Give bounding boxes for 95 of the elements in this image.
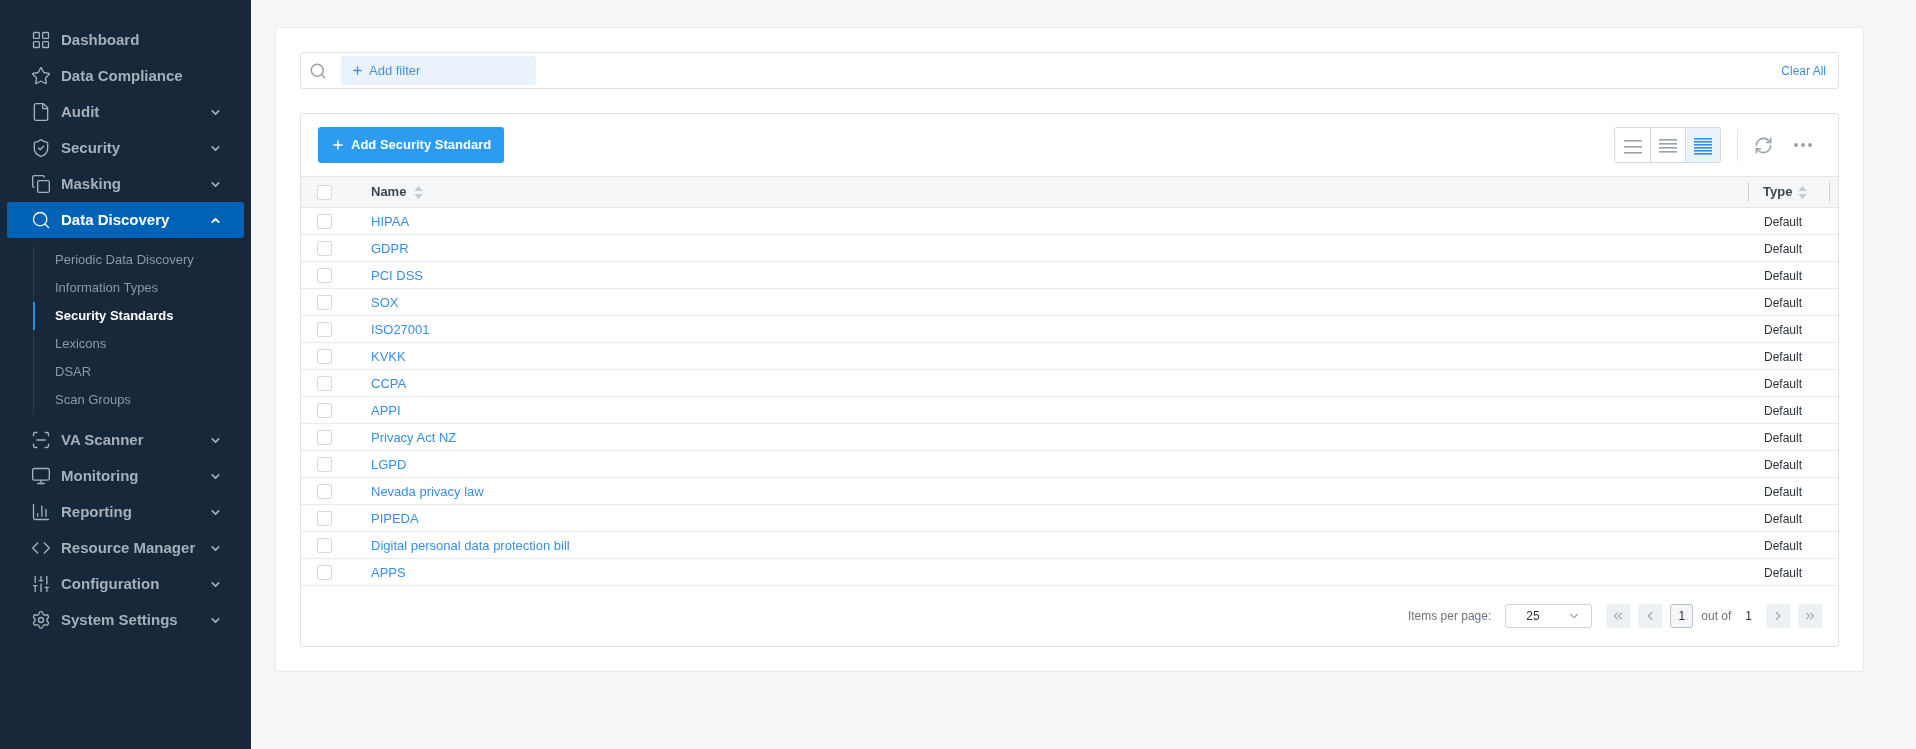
plus-icon	[351, 64, 364, 77]
checkbox[interactable]	[317, 537, 332, 553]
sidebar-item[interactable]: Masking	[7, 166, 244, 202]
plus-icon	[331, 138, 345, 152]
monitor-icon	[31, 466, 51, 486]
checkbox[interactable]	[317, 321, 332, 337]
standard-name-link[interactable]: Privacy Act NZ	[371, 430, 457, 445]
submenu-item[interactable]: Information Types	[33, 274, 244, 302]
add-filter-button[interactable]: Add filter	[341, 56, 536, 85]
density-toggle[interactable]	[1685, 128, 1720, 162]
column-header[interactable]: Name	[371, 182, 407, 202]
table-cell: Default	[1764, 458, 1803, 472]
shield-icon	[31, 138, 51, 158]
table-cell: Default	[1764, 350, 1803, 364]
column-header[interactable]: Type	[1763, 182, 1793, 202]
grid-icon	[31, 30, 51, 50]
checkbox[interactable]	[317, 348, 332, 364]
checkbox[interactable]	[317, 240, 332, 256]
table-cell: Default	[1764, 512, 1803, 526]
table-cell: Default	[1764, 215, 1803, 229]
standard-name-link[interactable]: PCI DSS	[371, 268, 423, 283]
standard-name-link[interactable]: APPI	[371, 403, 401, 418]
sidebar-item[interactable]: Dashboard	[7, 22, 244, 58]
refresh-icon[interactable]	[1754, 135, 1773, 155]
table-cell: Default	[1764, 269, 1803, 283]
items-per-page-select[interactable]: 25	[1505, 604, 1593, 628]
checkbox[interactable]	[317, 294, 332, 310]
document-icon	[31, 102, 51, 122]
first-page-button[interactable]	[1606, 604, 1631, 628]
table-cell: Default	[1764, 404, 1803, 418]
items-per-page-label: Items per page:	[1407, 608, 1492, 625]
table-cell: Default	[1764, 566, 1803, 580]
standard-name-link[interactable]: PIPEDA	[371, 511, 419, 526]
star-icon	[31, 66, 51, 86]
checkbox[interactable]	[317, 564, 332, 580]
add-security-standard-button[interactable]: Add Security Standard	[318, 127, 505, 163]
table-cell: Default	[1764, 242, 1803, 256]
standard-name-link[interactable]: ISO27001	[371, 322, 430, 337]
standard-name-link[interactable]: APPS	[371, 565, 406, 580]
page-number-field[interactable]: 1	[1670, 604, 1694, 628]
standard-name-link[interactable]: CCPA	[371, 376, 407, 391]
table-cell: Default	[1764, 485, 1803, 499]
standard-name-link[interactable]: Nevada privacy law	[371, 484, 484, 499]
sidebar-item[interactable]: System Settings	[7, 602, 244, 638]
checkbox[interactable]	[317, 402, 332, 418]
next-page-button[interactable]	[1766, 604, 1790, 628]
search-icon	[31, 210, 51, 230]
table-cell: Default	[1764, 431, 1803, 445]
sidebar-item[interactable]: Monitoring	[7, 458, 244, 494]
checkbox[interactable]	[317, 184, 332, 200]
checkbox[interactable]	[317, 375, 332, 391]
last-page-button[interactable]	[1798, 604, 1822, 628]
standard-name-link[interactable]: KVKK	[371, 349, 406, 364]
checkbox[interactable]	[317, 267, 332, 283]
squares-icon	[31, 174, 51, 194]
bar-chart-icon	[31, 502, 51, 522]
table-cell: Default	[1764, 539, 1803, 553]
lines-icon	[1694, 135, 1712, 155]
out-of-label: out of	[1701, 608, 1732, 625]
sidebar-item[interactable]: VA Scanner	[7, 422, 244, 458]
sidebar-item[interactable]: Configuration	[7, 566, 244, 602]
previous-page-button[interactable]	[1638, 604, 1663, 628]
scan-icon	[31, 430, 51, 450]
table-cell: Default	[1764, 323, 1803, 337]
submenu-item[interactable]: DSAR	[33, 358, 244, 386]
standard-name-link[interactable]: Digital personal data protection bill	[371, 538, 570, 553]
sort-icon[interactable]	[414, 185, 424, 199]
standard-name-link[interactable]: HIPAA	[371, 214, 410, 229]
submenu-item[interactable]: Security Standards	[33, 302, 244, 330]
sliders-icon	[31, 574, 51, 594]
sidebar-item[interactable]: Data Discovery	[7, 202, 244, 238]
sort-icon[interactable]	[1798, 185, 1808, 199]
checkbox[interactable]	[317, 429, 332, 445]
total-pages: 1	[1745, 608, 1752, 625]
sidebar-item[interactable]: Resource Manager	[7, 530, 244, 566]
standard-name-link[interactable]: GDPR	[371, 241, 409, 256]
checkbox[interactable]	[317, 456, 332, 472]
table-cell: Default	[1764, 296, 1803, 310]
settings-icon	[31, 610, 51, 630]
sidebar-item[interactable]: Reporting	[7, 494, 244, 530]
sidebar-item[interactable]: Audit	[7, 94, 244, 130]
search-icon[interactable]	[309, 61, 327, 80]
sidebar-item[interactable]: Data Compliance	[7, 58, 244, 94]
standard-name-link[interactable]: LGPD	[371, 457, 407, 472]
checkbox[interactable]	[317, 213, 332, 229]
submenu-item[interactable]: Periodic Data Discovery	[33, 246, 244, 274]
double-chevron-right-icon	[1803, 609, 1817, 623]
standard-name-link[interactable]: SOX	[371, 295, 399, 310]
submenu-item[interactable]: Lexicons	[33, 330, 244, 358]
submenu-item[interactable]: Scan Groups	[33, 386, 244, 414]
checkbox[interactable]	[317, 483, 332, 499]
table-cell: Default	[1764, 377, 1803, 391]
clear-all-link[interactable]: Clear All	[1781, 61, 1826, 80]
sidebar-item[interactable]: Security	[7, 130, 244, 166]
checkbox[interactable]	[317, 510, 332, 526]
